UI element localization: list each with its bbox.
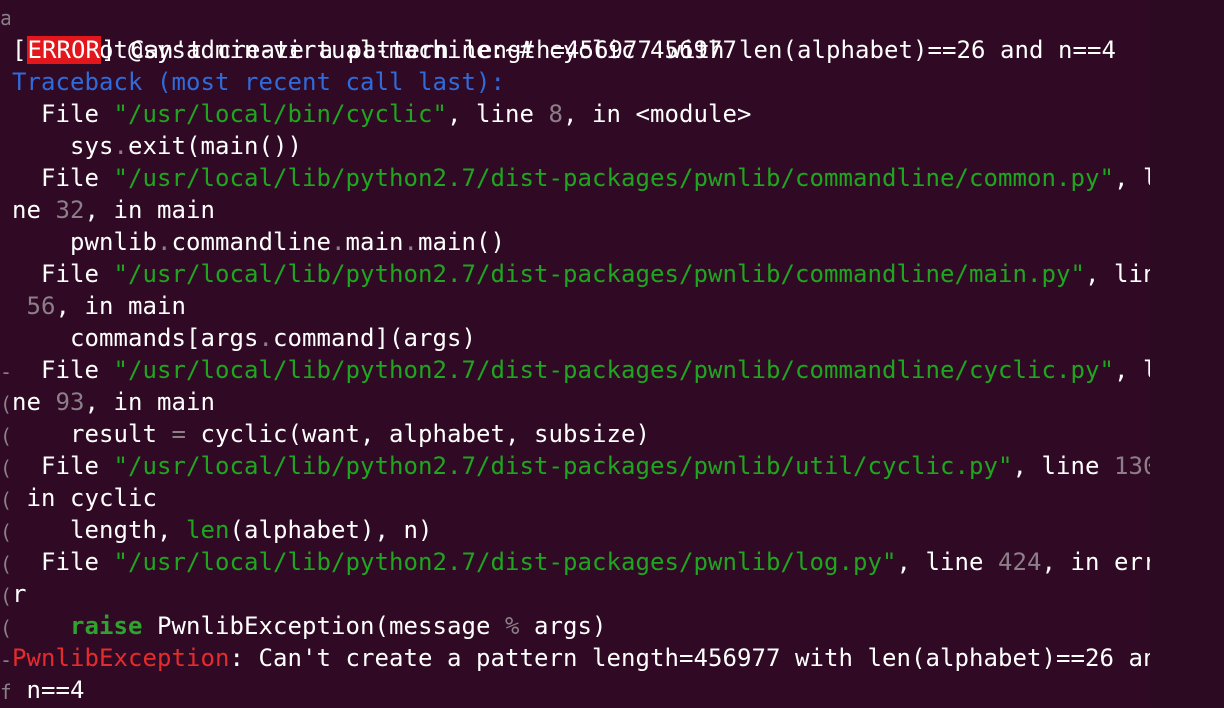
file-label: File <box>12 260 114 288</box>
gutter-mark: ( <box>0 612 10 644</box>
traceback-code-line: raise PwnlibException(message % args) <box>12 610 606 642</box>
code-operator: % <box>504 612 520 640</box>
code-text: exit(main()) <box>128 132 302 160</box>
traceback-frame-line: File "/usr/local/lib/python2.7/dist-pack… <box>12 450 1172 482</box>
code-operator: . <box>113 132 128 160</box>
traceback-frame-line: File "/usr/local/lib/python2.7/dist-pack… <box>12 162 1172 194</box>
traceback-frame-line: File "/usr/local/bin/cyclic", line 8, in… <box>12 98 751 130</box>
gutter-mark: - <box>0 356 10 388</box>
gutter-mark: ( <box>0 420 10 452</box>
code-text: (alphabet), n) <box>229 516 433 544</box>
error-bracket: [ <box>12 36 27 64</box>
code-operator: . <box>403 228 418 256</box>
code-operator: = <box>171 420 186 448</box>
code-text: main <box>345 228 404 256</box>
gutter-mark: ( <box>0 484 10 516</box>
gutter-mark: - <box>0 644 10 676</box>
file-label: File <box>12 452 114 480</box>
traceback-code-line: length, len(alphabet), n) <box>12 514 433 546</box>
file-path: "/usr/local/lib/python2.7/dist-packages/… <box>113 548 897 576</box>
traceback-code-line: sys.exit(main()) <box>12 130 302 162</box>
gutter-mark: a <box>0 6 10 30</box>
error-bracket: ] <box>101 36 116 64</box>
file-label: File <box>12 100 114 128</box>
file-path: "/usr/local/lib/python2.7/dist-packages/… <box>113 260 1085 288</box>
traceback-code-line: commands[args.command](args) <box>12 322 476 354</box>
code-operator: . <box>331 228 346 256</box>
exception-line: PwnlibException: Can't create a pattern … <box>12 642 1172 674</box>
file-path: "/usr/local/lib/python2.7/dist-packages/… <box>113 164 1114 192</box>
frame-context: , in main <box>84 196 215 224</box>
file-path: "/usr/local/bin/cyclic" <box>113 100 447 128</box>
frame-context: r <box>12 580 27 608</box>
file-label: File <box>12 356 114 384</box>
error-message: Can't create a pattern length=456977 wit… <box>115 36 1116 64</box>
exception-message: n==4 <box>12 676 85 704</box>
line-label: , line <box>1012 452 1114 480</box>
terminal-window[interactable]: a - ( ( ( ( ( ( ( ( - f root@sysadmin-vi… <box>0 0 1172 707</box>
line-number: 8 <box>548 100 563 128</box>
code-text: args) <box>519 612 607 640</box>
code-operator: . <box>258 324 273 352</box>
line-number: 93 <box>55 388 85 416</box>
file-path: "/usr/local/lib/python2.7/dist-packages/… <box>113 452 1013 480</box>
traceback-frame-line-wrap: 56, in main <box>12 290 186 322</box>
line-label <box>12 292 27 320</box>
shell-prompt-line: root@sysadmin-virtual-machine:~# cyclic … <box>12 2 737 64</box>
frame-context: , in main <box>55 292 186 320</box>
traceback-frame-line-wrap: in cyclic <box>12 482 157 514</box>
traceback-header: Traceback (most recent call last): <box>12 68 505 96</box>
line-number: 424 <box>997 548 1042 576</box>
gutter-mark: ( <box>0 388 10 420</box>
code-text: commandline <box>171 228 331 256</box>
exception-message: : Can't create a pattern length=456977 w… <box>229 644 1172 672</box>
gutter-mark: ( <box>0 548 10 580</box>
code-text: length, <box>12 516 186 544</box>
terminal-side-strip <box>1150 0 1224 707</box>
exception-line-wrap: n==4 <box>12 674 85 706</box>
traceback-code-line: pwnlib.commandline.main.main() <box>12 226 505 258</box>
code-text: main() <box>418 228 505 256</box>
code-text: PwnlibException(message <box>142 612 505 640</box>
code-builtin: len <box>186 516 230 544</box>
exception-name: PwnlibException <box>12 644 230 672</box>
gutter-mark: ( <box>0 516 10 548</box>
frame-context: , in <module> <box>562 100 752 128</box>
line-number: 32 <box>55 196 85 224</box>
frame-context: , in main <box>84 388 215 416</box>
line-label: , line <box>446 100 549 128</box>
file-path: "/usr/local/lib/python2.7/dist-packages/… <box>113 356 1114 384</box>
line-number: 56 <box>26 292 56 320</box>
traceback-frame-line-wrap: ne 93, in main <box>12 386 215 418</box>
gutter-mark: ( <box>0 580 10 612</box>
traceback-frame-line: File "/usr/local/lib/python2.7/dist-pack… <box>12 258 1172 290</box>
file-label: File <box>12 164 114 192</box>
traceback-frame-line-wrap: r <box>12 578 27 610</box>
frame-context: in cyclic <box>12 484 157 512</box>
code-keyword: raise <box>70 612 143 640</box>
traceback-code-line: result = cyclic(want, alphabet, subsize) <box>12 418 650 450</box>
gutter-mark: ( <box>0 452 10 484</box>
line-label: ne <box>12 388 56 416</box>
traceback-frame-line: File "/usr/local/lib/python2.7/dist-pack… <box>12 354 1172 386</box>
code-text: result <box>12 420 172 448</box>
code-text: pwnlib <box>12 228 157 256</box>
error-tag: ERROR <box>26 36 101 64</box>
line-label: ne <box>12 196 56 224</box>
traceback-frame-line-wrap: ne 32, in main <box>12 194 215 226</box>
file-label: File <box>12 548 114 576</box>
code-text: cyclic(want, alphabet, subsize) <box>186 420 650 448</box>
error-line: [ERROR] Can't create a pattern length=45… <box>12 34 1116 66</box>
code-operator: . <box>157 228 172 256</box>
gutter-mark: f <box>0 680 10 704</box>
line-label: , line <box>896 548 998 576</box>
code-text: commands[args <box>12 324 259 352</box>
code-text: sys <box>12 132 114 160</box>
code-text: command](args) <box>273 324 476 352</box>
traceback-frame-line: File "/usr/local/lib/python2.7/dist-pack… <box>12 546 1172 578</box>
